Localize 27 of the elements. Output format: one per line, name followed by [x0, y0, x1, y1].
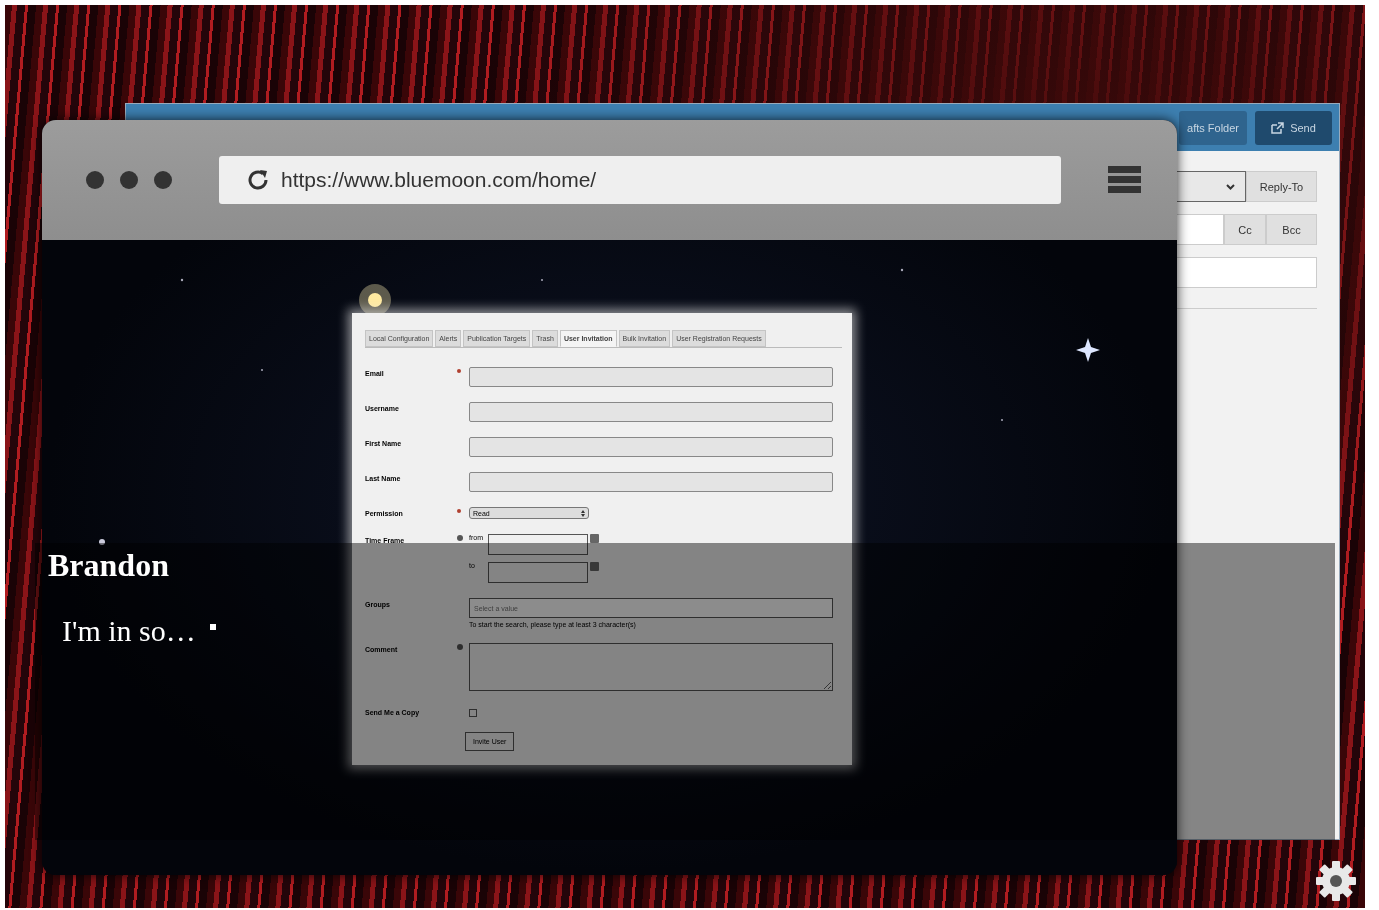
comment-field[interactable] — [469, 643, 833, 691]
text-field[interactable] — [469, 437, 833, 457]
text-field[interactable] — [469, 402, 833, 422]
text-field[interactable] — [469, 367, 833, 387]
continue-indicator-icon — [209, 624, 216, 630]
window-dots-icon — [86, 171, 172, 189]
date-field[interactable] — [488, 534, 588, 555]
settings-icon[interactable] — [1315, 860, 1357, 902]
speaker-name: Brandon — [48, 547, 169, 584]
cc-button[interactable]: Cc — [1224, 214, 1266, 245]
send-button[interactable]: Send — [1255, 110, 1332, 145]
share-icon — [1271, 121, 1285, 134]
chevron-down-icon — [1226, 183, 1235, 190]
recipient-field[interactable] — [1176, 214, 1224, 245]
subject-field[interactable] — [1176, 257, 1317, 288]
date-field[interactable] — [488, 562, 588, 583]
checkbox[interactable] — [469, 709, 477, 717]
menu-icon[interactable] — [1108, 166, 1141, 194]
url-text: https://www.bluemoon.com/home/ — [281, 168, 597, 192]
text-field[interactable] — [469, 472, 833, 492]
folder-button[interactable]: afts Folder — [1179, 110, 1247, 145]
address-bar[interactable]: https://www.bluemoon.com/home/ — [219, 156, 1061, 204]
from-dropdown[interactable] — [1176, 171, 1246, 202]
stepper-arrows-icon — [581, 509, 585, 517]
bcc-button[interactable]: Bcc — [1266, 214, 1317, 245]
dialogue-text: I'm in so… — [62, 614, 196, 648]
reply-to-button[interactable]: Reply-To — [1246, 171, 1317, 202]
